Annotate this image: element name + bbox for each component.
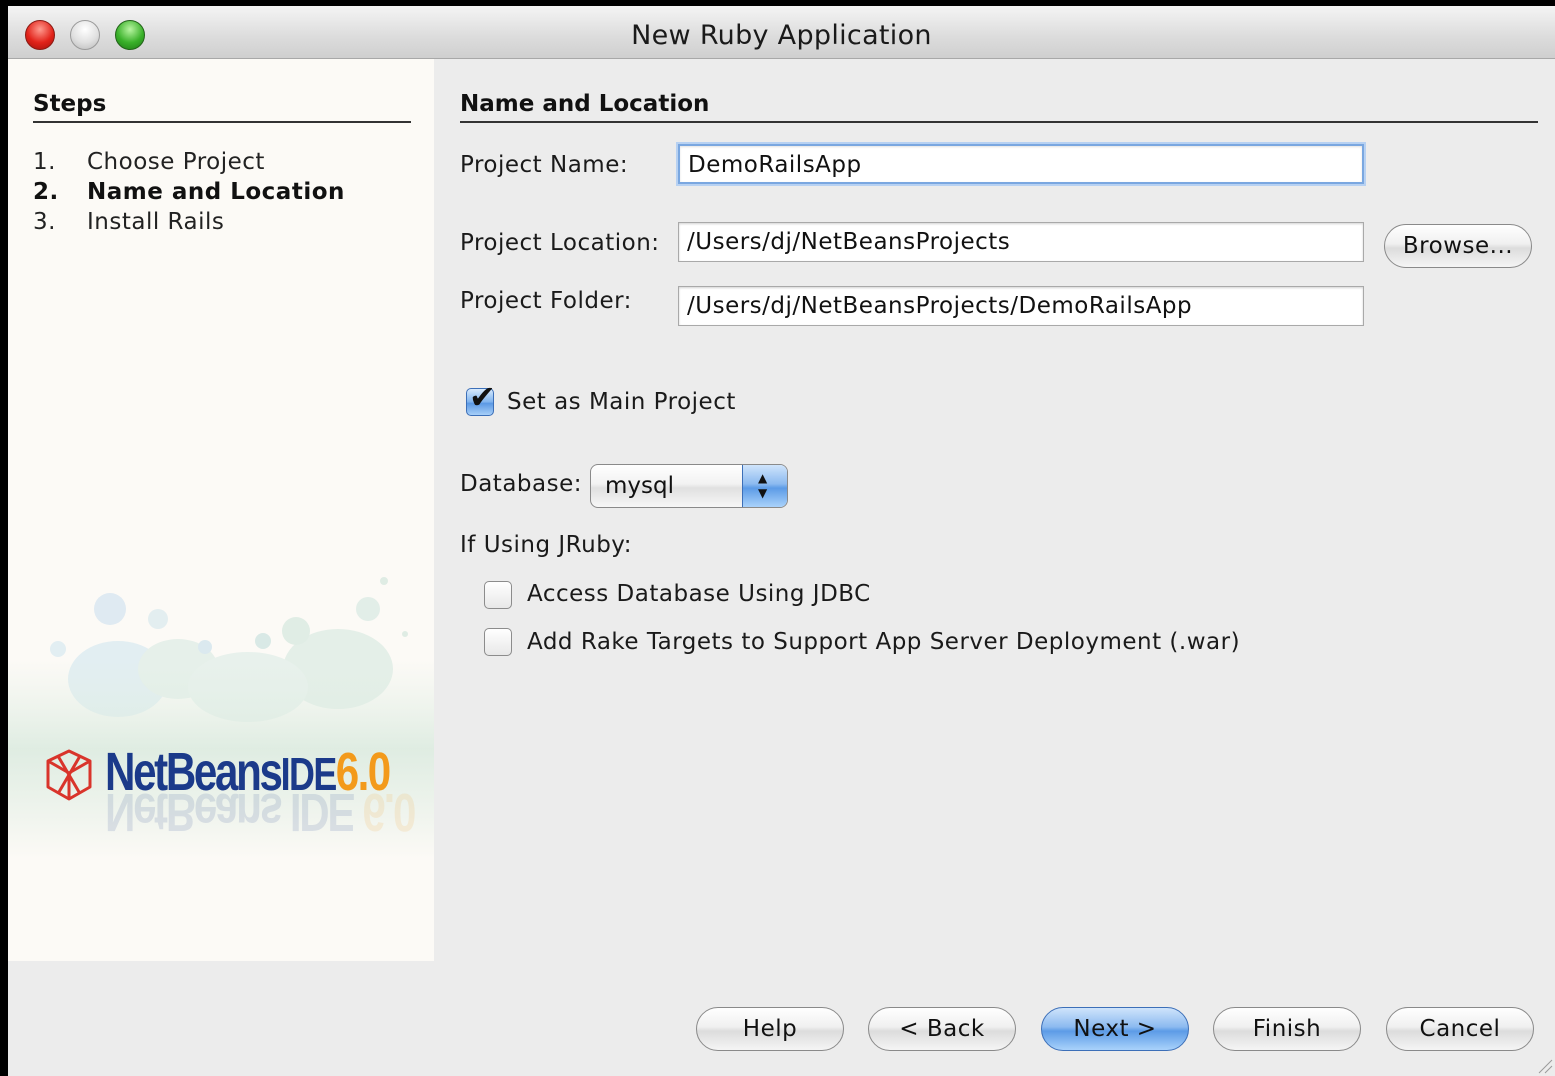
back-button[interactable]: < Back (868, 1007, 1016, 1051)
rake-targets-label: Add Rake Targets to Support App Server D… (527, 629, 1241, 655)
step-number: 2. (33, 179, 59, 205)
browse-button[interactable]: Browse... (1384, 224, 1532, 268)
rake-targets-checkbox[interactable] (484, 628, 512, 656)
logo-reflection: NetBeans IDE 6.0 (105, 782, 415, 842)
project-name-label: Project Name: (460, 152, 629, 178)
project-folder-label: Project Folder: (460, 288, 632, 314)
select-arrows-icon: ▲ ▼ (742, 465, 787, 507)
step-label: Install Rails (87, 209, 225, 235)
project-location-label: Project Location: (460, 230, 660, 256)
netbeans-cube-icon (46, 749, 92, 801)
database-select-value: mysql (605, 473, 674, 499)
netbeans-logo: NetBeansIDE6.0 NetBeans IDE 6.0 (43, 739, 423, 849)
finish-button[interactable]: Finish (1213, 1007, 1361, 1051)
set-main-project-checkbox[interactable]: ✔ (466, 381, 496, 416)
database-label: Database: (460, 471, 582, 497)
step-label: Choose Project (87, 149, 265, 175)
step-number: 3. (33, 209, 56, 235)
jdbc-checkbox[interactable] (484, 581, 512, 609)
jruby-heading: If Using JRuby: (460, 532, 632, 558)
steps-heading: Steps (33, 91, 107, 117)
wizard-window: New Ruby Application Steps 1. Choose Pro… (8, 6, 1555, 1076)
form-divider (460, 121, 1538, 123)
window-title: New Ruby Application (631, 20, 932, 51)
project-location-field[interactable]: /Users/dj/NetBeansProjects (678, 222, 1364, 262)
resize-grip-icon[interactable] (1535, 1056, 1553, 1074)
database-select[interactable]: mysql ▲ ▼ (590, 464, 788, 508)
next-button[interactable]: Next > (1041, 1007, 1189, 1051)
checkmark-icon: ✔ (469, 378, 496, 416)
button-bar: Help < Back Next > Finish Cancel (8, 961, 1555, 1076)
title-bar[interactable]: New Ruby Application (8, 6, 1555, 59)
project-folder-field[interactable]: /Users/dj/NetBeansProjects/DemoRailsApp (678, 286, 1364, 326)
help-button[interactable]: Help (696, 1007, 844, 1051)
set-main-project-label: Set as Main Project (507, 389, 736, 415)
project-name-field[interactable]: DemoRailsApp (678, 144, 1364, 184)
steps-divider (33, 121, 411, 123)
cancel-button[interactable]: Cancel (1386, 1007, 1534, 1051)
form-heading: Name and Location (460, 91, 710, 117)
jdbc-label: Access Database Using JDBC (527, 581, 871, 607)
step-label: Name and Location (87, 179, 345, 205)
steps-panel: Steps 1. Choose Project 2. Name and Loca… (8, 59, 434, 961)
step-number: 1. (33, 149, 56, 175)
